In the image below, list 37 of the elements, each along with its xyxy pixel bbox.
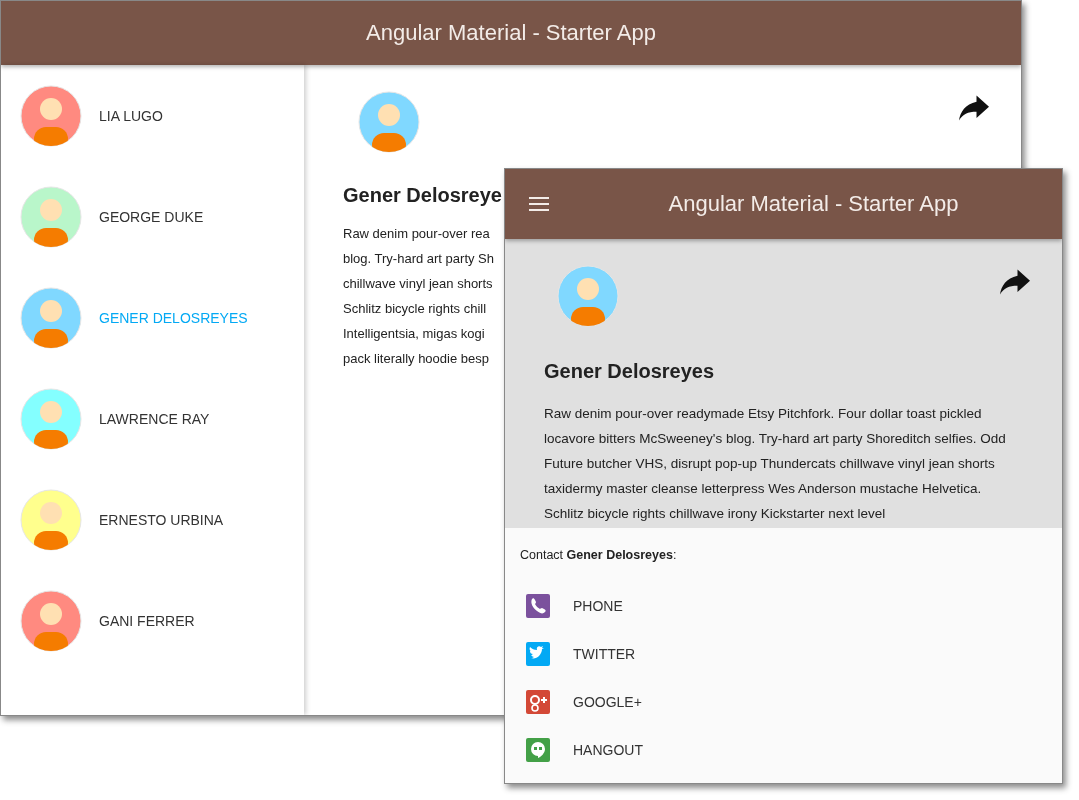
contact-option-label: GOOGLE+	[573, 694, 642, 710]
bio-text-line: Intelligentsia, migas kogi	[343, 325, 486, 343]
contact-name: GEORGE DUKE	[99, 208, 204, 225]
contact-option[interactable]: GOOGLE+	[520, 678, 1062, 726]
contact-name: ERNESTO URBINA	[99, 511, 224, 528]
contact-list-item[interactable]: GEORGE DUKE	[1, 166, 304, 267]
bio-paragraph: Raw denim pour-over readymade Etsy Pitchfork. Four dollar toast pickled locavore bitters McSweeney's blog. Try-hard art party Shoreditch selfies. Odd Future butcher VHS, disrupt pop-up Thundercats chillwave vinyl jean shorts taxidermy master cleanse letterpress Wes Anderson mustache Helvetica. Schlitz bicycle rights chillwave irony Kickstarter next level	[544, 405, 1007, 523]
share-icon[interactable]	[1000, 269, 1030, 295]
plus-icon	[526, 690, 550, 714]
contact-option[interactable]: PHONE	[520, 582, 1062, 630]
contact-heading: Gener Delosreye	[343, 184, 502, 207]
bio-text-line: blog. Try-hard art party Sh	[343, 250, 495, 268]
contact-heading: Gener Delosreyes	[544, 360, 715, 383]
contact-list-item[interactable]: ERNESTO URBINA	[1, 469, 304, 570]
contact-option[interactable]: HANGOUT	[520, 726, 1062, 774]
contact-name: GANI FERRER	[99, 612, 195, 629]
contact-option-label: PHONE	[573, 598, 623, 614]
bio-text-line: Raw denim pour-over rea	[343, 225, 491, 243]
app-title: Angular Material - Starter App	[668, 191, 959, 217]
bird-icon	[526, 642, 550, 666]
contact-name: GENER DELOSREYES	[99, 309, 248, 326]
contact-option-label: TWITTER	[573, 646, 636, 662]
menu-icon[interactable]	[529, 196, 549, 212]
app-title: Angular Material - Starter App	[366, 20, 656, 46]
share-icon[interactable]	[959, 95, 989, 121]
bio-text-line: Schlitz bicycle rights chill	[343, 300, 488, 318]
contact-list-item[interactable]: LAWRENCE RAY	[1, 368, 304, 469]
contact-list-item[interactable]: LIA LUGO	[1, 65, 304, 166]
contact-label: Contact Gener Delosreyes:	[520, 548, 678, 562]
contact-option[interactable]: TWITTER	[520, 630, 1062, 678]
contact-name: LAWRENCE RAY	[99, 410, 210, 427]
contact-name: LIA LUGO	[99, 107, 163, 124]
phone-icon	[526, 594, 550, 618]
contact-list-item[interactable]: GANI FERRER	[1, 570, 304, 671]
contact-option-label: HANGOUT	[573, 742, 643, 758]
quote-bubble-icon	[526, 738, 550, 762]
bio-text-line: chillwave vinyl jean shorts	[343, 275, 494, 293]
